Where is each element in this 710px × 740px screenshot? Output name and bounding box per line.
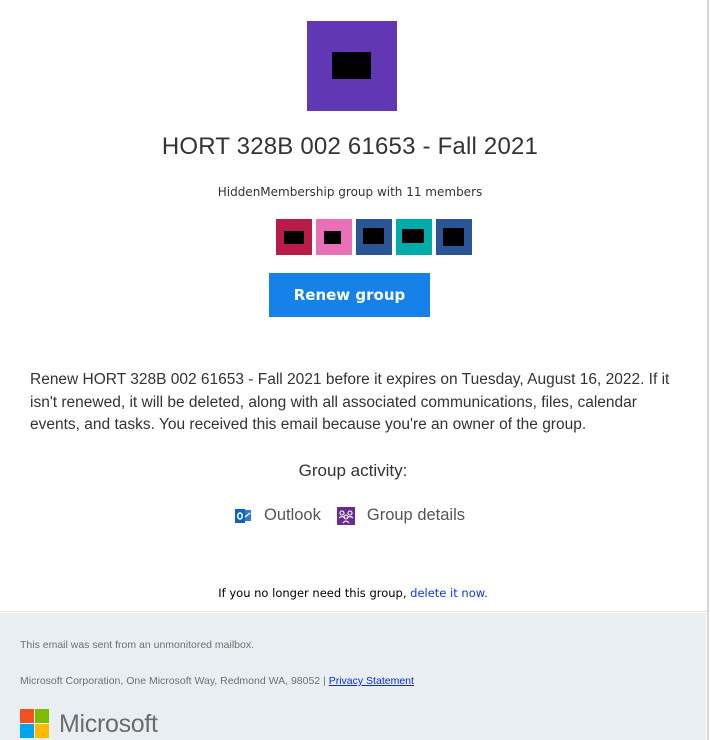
email-body: HORT 328B 002 61653 - Fall 2021 HiddenMe… <box>0 0 707 612</box>
member-avatar[interactable] <box>276 219 312 255</box>
group-details-link-label: Group details <box>366 506 466 524</box>
footer-divider <box>0 611 707 612</box>
privacy-statement-link[interactable]: Privacy Statement <box>329 675 414 687</box>
unmonitored-notice: This email was sent from an unmonitored … <box>20 639 255 651</box>
delete-notice: If you no longer need this group, delete… <box>0 586 706 600</box>
delete-group-link[interactable]: delete it now. <box>410 586 488 600</box>
microsoft-squares-icon <box>20 709 50 739</box>
redacted-initials <box>402 229 424 243</box>
group-title: HORT 328B 002 61653 - Fall 2021 <box>161 133 539 160</box>
group-details-icon <box>336 506 355 525</box>
address-text: Microsoft Corporation, One Microsoft Way… <box>20 675 329 687</box>
right-border <box>707 0 709 740</box>
member-avatar[interactable] <box>316 219 352 255</box>
expiry-message: Renew HORT 328B 002 61653 - Fall 2021 be… <box>30 371 670 433</box>
group-logo <box>307 21 397 111</box>
redacted-initials <box>363 228 384 244</box>
member-avatar[interactable] <box>436 219 472 255</box>
redacted-initials <box>284 231 304 244</box>
delete-notice-text: If you no longer need this group, <box>218 586 411 600</box>
activity-links: Outlook Group details <box>234 506 465 525</box>
outlook-icon <box>234 507 252 525</box>
redacted-initials <box>324 231 341 244</box>
member-avatar[interactable] <box>396 219 432 255</box>
company-address: Microsoft Corporation, One Microsoft Way… <box>20 675 414 687</box>
group-subtitle: HiddenMembership group with 11 members <box>217 185 483 199</box>
group-activity-label: Group activity: <box>298 461 408 480</box>
redacted-initials <box>332 52 371 79</box>
redacted-initials <box>443 228 464 246</box>
renew-group-button[interactable]: Renew group <box>269 273 430 317</box>
member-avatars <box>276 219 472 255</box>
member-avatar[interactable] <box>356 219 392 255</box>
outlook-link-label: Outlook <box>264 506 321 524</box>
microsoft-wordmark: Microsoft <box>59 709 158 738</box>
outlook-link[interactable]: Outlook <box>234 506 321 525</box>
group-details-link[interactable]: Group details <box>336 506 466 525</box>
microsoft-logo: Microsoft <box>20 709 158 739</box>
